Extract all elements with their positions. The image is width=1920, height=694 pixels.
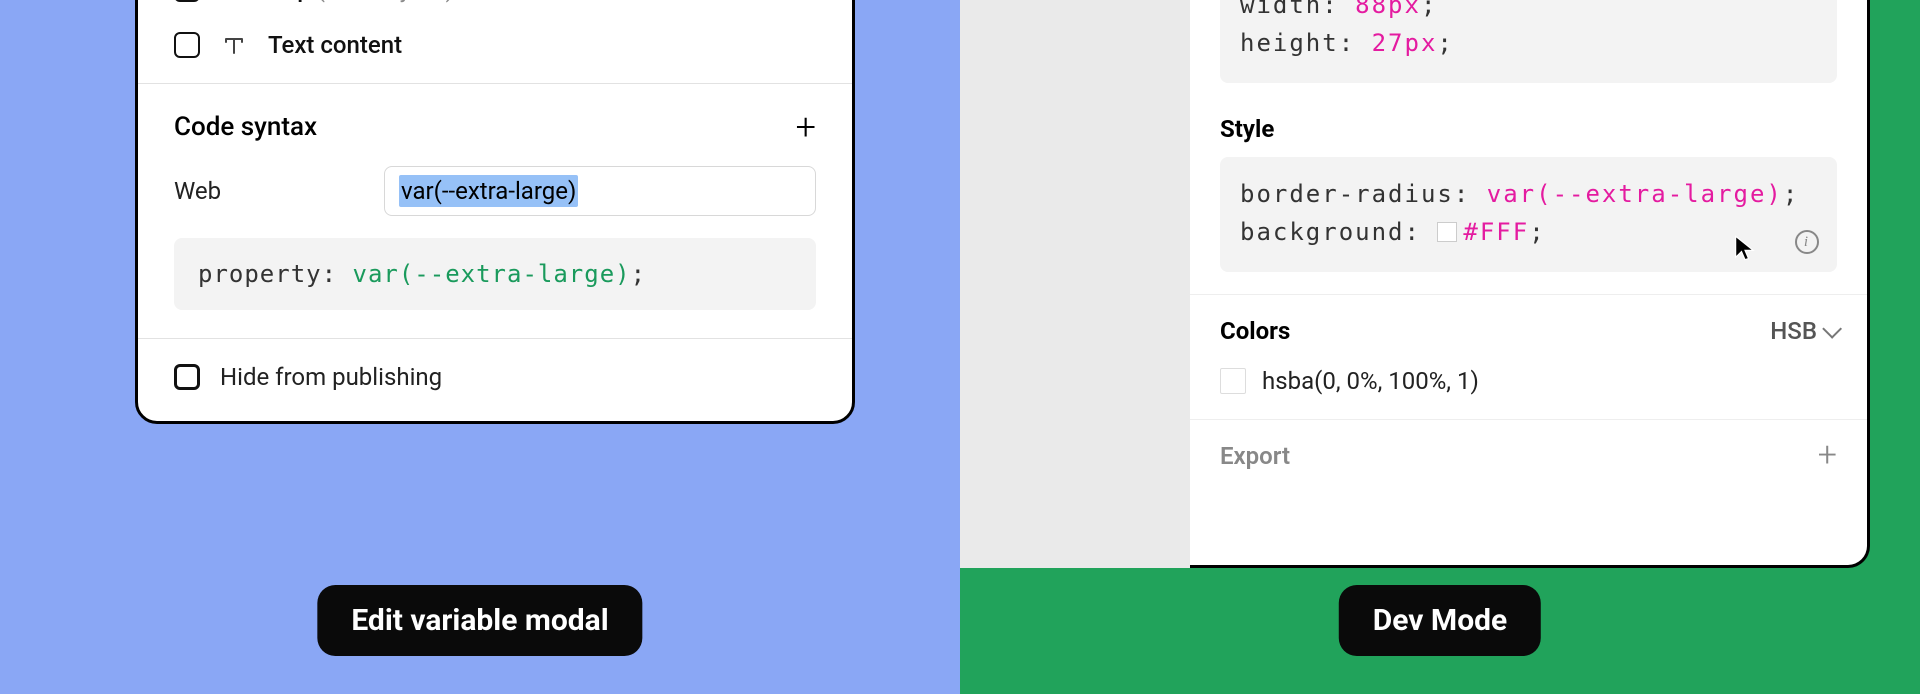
css-radius-arg: --extra-large [1553, 180, 1767, 208]
text-icon [220, 34, 248, 56]
css-height-key: height [1240, 29, 1339, 57]
bg-swatch-icon [1437, 222, 1457, 242]
checkbox-text[interactable] [174, 32, 200, 58]
code-syntax-heading: Code syntax [174, 112, 317, 142]
right-panel: width: 88px; height: 27px; Style border-… [960, 0, 1920, 694]
web-syntax-value: var(--extra-large) [399, 175, 578, 207]
color-swatch-icon [1220, 368, 1246, 394]
export-section-header: Export + [1190, 419, 1867, 492]
checkbox-gap[interactable] [174, 0, 200, 2]
css-bg-val: #FFF [1463, 218, 1529, 246]
add-code-syntax-button[interactable]: + [796, 118, 816, 136]
option-gap-label: Gap [268, 0, 311, 3]
code-syntax-header: Code syntax + [138, 84, 852, 156]
right-caption: Dev Mode [1339, 585, 1541, 656]
option-text-label: Text content [268, 31, 402, 59]
color-mode-label: HSB [1770, 317, 1817, 345]
option-gap-sub: (Auto layout) [317, 0, 454, 3]
left-caption: Edit variable modal [317, 585, 642, 656]
css-width-val: 88px [1355, 0, 1421, 19]
color-mode-dropdown[interactable]: HSB [1770, 317, 1837, 345]
preview-prop: property [198, 260, 322, 288]
chevron-down-icon [1822, 319, 1842, 339]
colors-section-header: Colors HSB [1190, 294, 1867, 367]
preview-value: var(--extra-large) [353, 260, 631, 288]
checkbox-hide-publishing[interactable] [174, 364, 200, 390]
style-heading: Style [1190, 105, 1867, 157]
option-text-content[interactable]: Text content [174, 17, 816, 73]
info-icon[interactable]: i [1795, 230, 1819, 254]
css-height-val: 27px [1372, 29, 1438, 57]
code-syntax-preview: property: var(--extra-large); [174, 238, 816, 310]
colors-heading: Colors [1220, 317, 1290, 345]
left-panel: Gap (Auto layout) Text content Code synt… [0, 0, 960, 694]
option-gap[interactable]: Gap (Auto layout) [174, 0, 816, 17]
export-heading: Export [1220, 442, 1290, 470]
add-export-button[interactable]: + [1818, 447, 1837, 464]
web-syntax-input[interactable]: var(--extra-large) [384, 166, 816, 216]
color-value: hsba(0, 0%, 100%, 1) [1262, 367, 1479, 395]
dev-mode-inspector: width: 88px; height: 27px; Style border-… [1190, 0, 1870, 568]
css-radius-fn: var [1487, 180, 1536, 208]
css-width-key: width [1240, 0, 1322, 19]
size-code-block[interactable]: width: 88px; height: 27px; [1220, 0, 1837, 83]
style-code-block[interactable]: border-radius: var(--extra-large); backg… [1220, 157, 1837, 272]
css-radius-key: border-radius [1240, 180, 1454, 208]
edit-variable-modal: Gap (Auto layout) Text content Code synt… [135, 0, 855, 424]
css-bg-key: background [1240, 218, 1405, 246]
canvas-bg [960, 0, 1190, 568]
web-label: Web [174, 177, 384, 205]
color-value-row[interactable]: hsba(0, 0%, 100%, 1) [1190, 367, 1867, 419]
hide-from-publishing-label: Hide from publishing [220, 363, 442, 391]
hide-from-publishing-row[interactable]: Hide from publishing [138, 339, 852, 421]
